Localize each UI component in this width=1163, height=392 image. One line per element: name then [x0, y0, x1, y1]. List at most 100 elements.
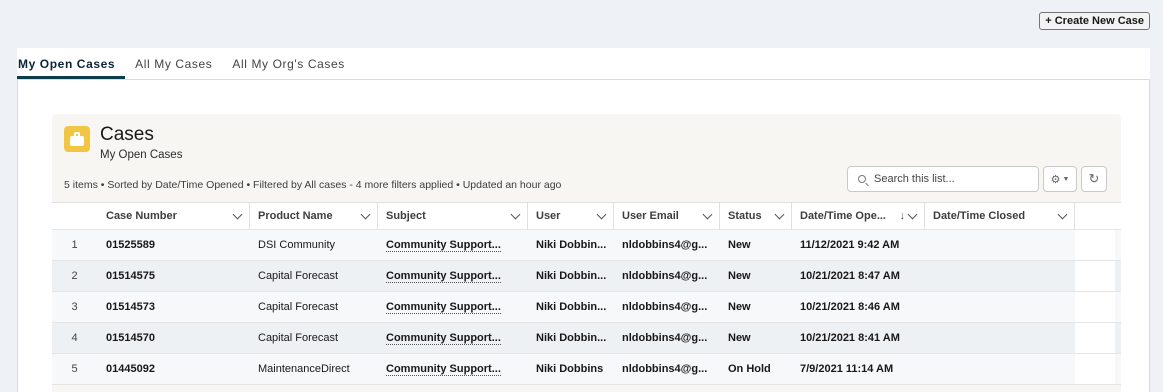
list-view-name[interactable]: My Open Cases	[100, 149, 182, 161]
user-cell: Niki Dobbin...	[536, 332, 607, 344]
tab-all-my-orgs-cases[interactable]: All My Org's Cases	[222, 48, 354, 79]
create-new-case-button[interactable]: + Create New Case	[1039, 12, 1150, 30]
case-number-cell[interactable]: 01445092	[98, 354, 250, 384]
date-closed-cell	[925, 292, 1075, 322]
status-cell: New	[728, 270, 751, 282]
date-opened-cell: 7/9/2021 11:14 AM	[800, 363, 894, 375]
date-closed-cell	[925, 261, 1075, 291]
subject-link[interactable]: Community Support...	[386, 270, 501, 283]
sort-descending-icon: ↓	[899, 210, 906, 222]
product-name-cell: DSI Community	[258, 239, 336, 251]
case-number-cell[interactable]: 01525589	[98, 230, 250, 260]
list-title: Cases	[100, 124, 154, 145]
chevron-down-icon[interactable]	[510, 209, 521, 219]
chevron-down-icon[interactable]	[907, 209, 918, 219]
subject-link[interactable]: Community Support...	[386, 301, 501, 314]
subject-link[interactable]: Community Support...	[386, 363, 501, 376]
tab-bar: My Open Cases All My Cases All My Org's …	[17, 48, 1150, 80]
refresh-button[interactable]: ↻	[1081, 166, 1107, 192]
date-closed-cell	[925, 323, 1075, 353]
row-number: 5	[71, 363, 78, 375]
user-cell: Niki Dobbin...	[536, 301, 607, 313]
product-name-cell: MaintenanceDirect	[258, 363, 350, 375]
table-row[interactable]: 5 01445092 MaintenanceDirect Community S…	[52, 354, 1121, 385]
column-header-label: User Email	[622, 210, 679, 222]
search-input[interactable]: Search this list...	[847, 166, 1039, 192]
column-header-product-name[interactable]: Product Name	[250, 203, 378, 229]
search-icon	[858, 175, 866, 183]
date-opened-cell: 10/21/2021 8:47 AM	[800, 270, 900, 282]
product-name-cell: Capital Forecast	[258, 332, 339, 344]
date-opened-cell: 10/21/2021 8:46 AM	[800, 301, 900, 313]
status-cell: New	[728, 332, 751, 344]
date-closed-cell	[925, 354, 1075, 384]
column-header-label: Subject	[386, 210, 426, 222]
column-header-subject[interactable]: Subject	[378, 203, 528, 229]
tab-my-open-cases[interactable]: My Open Cases	[17, 48, 126, 79]
column-header-user-email[interactable]: User Email	[614, 203, 720, 229]
column-header-label: User	[536, 210, 561, 222]
briefcase-icon	[64, 126, 90, 152]
column-header-date-closed[interactable]: Date/Time Closed	[925, 203, 1075, 229]
case-number-cell[interactable]: 01514575	[98, 261, 250, 291]
table-row[interactable]: 4 01514570 Capital Forecast Community Su…	[52, 323, 1121, 354]
user-cell: Niki Dobbins	[536, 363, 604, 375]
product-name-cell: Capital Forecast	[258, 270, 339, 282]
chevron-down-icon[interactable]	[774, 209, 785, 219]
table-row[interactable]: 3 01514573 Capital Forecast Community Su…	[52, 292, 1121, 323]
tab-all-my-cases[interactable]: All My Cases	[125, 48, 222, 79]
chevron-down-icon[interactable]	[596, 209, 607, 219]
row-spacer	[1075, 261, 1115, 291]
status-cell: On Hold	[728, 363, 771, 375]
list-meta-info: 5 items • Sorted by Date/Time Opened • F…	[64, 179, 562, 191]
row-number: 1	[71, 239, 78, 251]
table-row[interactable]: 1 01525589 DSI Community Community Suppo…	[52, 230, 1121, 261]
user-email-cell: nldobbins4@g...	[622, 301, 708, 313]
chevron-down-icon[interactable]	[232, 209, 243, 219]
row-number: 3	[71, 301, 78, 313]
header-spacer	[1075, 203, 1115, 229]
subject-cell[interactable]: Community Support...	[378, 261, 528, 291]
subject-cell[interactable]: Community Support...	[378, 292, 528, 322]
status-cell: New	[728, 301, 751, 313]
date-opened-cell: 11/12/2021 9:42 AM	[800, 239, 900, 251]
column-header-label: Date/Time Ope...	[800, 210, 886, 222]
column-header-label: Status	[728, 210, 762, 222]
case-number-cell[interactable]: 01514570	[98, 323, 250, 353]
column-header-case-number[interactable]: Case Number	[98, 203, 250, 229]
column-header-user[interactable]: User	[528, 203, 614, 229]
column-header-label: Case Number	[106, 210, 177, 222]
chevron-down-icon[interactable]	[702, 209, 713, 219]
date-opened-cell: 10/21/2021 8:41 AM	[800, 332, 900, 344]
list-settings-button[interactable]: ⚙ ▼	[1043, 166, 1077, 192]
main-panel: Cases My Open Cases 5 items • Sorted by …	[17, 80, 1150, 392]
search-placeholder: Search this list...	[874, 173, 955, 185]
chevron-down-icon[interactable]	[1057, 209, 1068, 219]
status-cell: New	[728, 239, 751, 251]
column-header-status[interactable]: Status	[720, 203, 792, 229]
row-number: 4	[71, 332, 78, 344]
subject-link[interactable]: Community Support...	[386, 332, 501, 345]
date-closed-cell	[925, 230, 1075, 260]
user-email-cell: nldobbins4@g...	[622, 270, 708, 282]
column-header-label: Date/Time Closed	[933, 210, 1026, 222]
row-spacer	[1075, 354, 1115, 384]
chevron-down-icon[interactable]	[360, 209, 371, 219]
row-number: 2	[71, 270, 78, 282]
user-email-cell: nldobbins4@g...	[622, 239, 708, 251]
case-number-cell[interactable]: 01514573	[98, 292, 250, 322]
subject-cell[interactable]: Community Support...	[378, 354, 528, 384]
column-header-date-opened[interactable]: Date/Time Ope... ↓	[792, 203, 925, 229]
gear-icon: ⚙	[1050, 173, 1061, 186]
user-cell: Niki Dobbin...	[536, 270, 607, 282]
user-email-cell: nldobbins4@g...	[622, 363, 708, 375]
subject-link[interactable]: Community Support...	[386, 239, 501, 252]
column-header-label: Product Name	[258, 210, 333, 222]
user-cell: Niki Dobbin...	[536, 239, 607, 251]
table-row[interactable]: 2 01514575 Capital Forecast Community Su…	[52, 261, 1121, 292]
subject-cell[interactable]: Community Support...	[378, 230, 528, 260]
row-spacer	[1075, 230, 1115, 260]
user-email-cell: nldobbins4@g...	[622, 332, 708, 344]
subject-cell[interactable]: Community Support...	[378, 323, 528, 353]
table-body: 1 01525589 DSI Community Community Suppo…	[52, 230, 1121, 385]
